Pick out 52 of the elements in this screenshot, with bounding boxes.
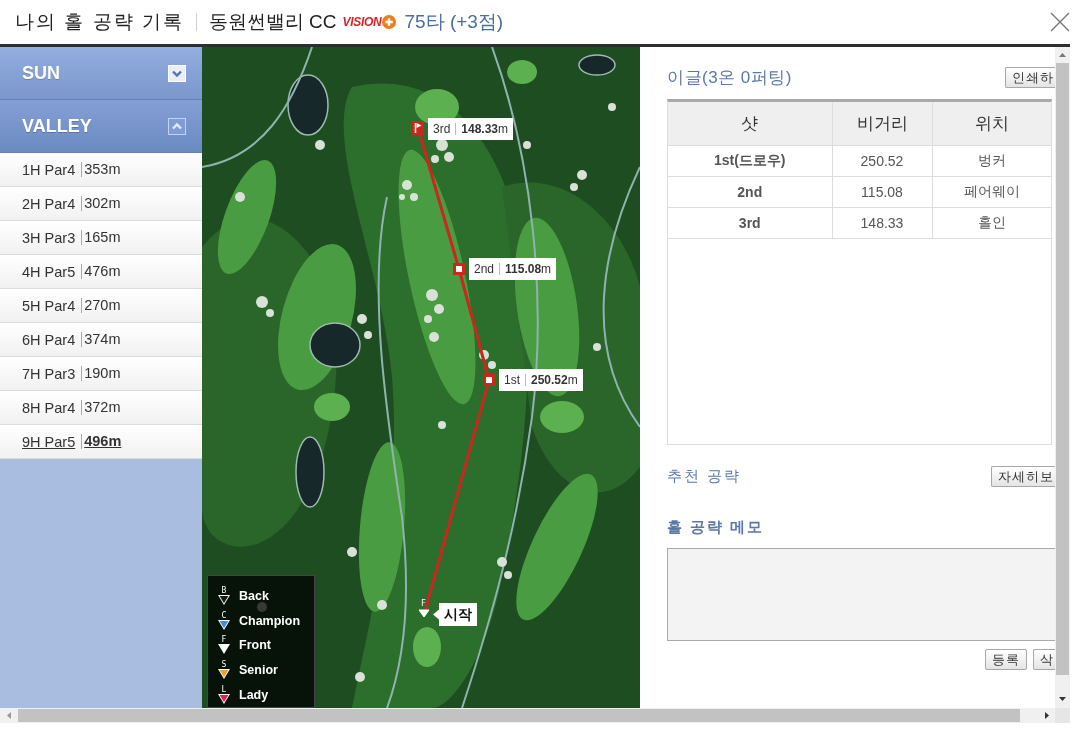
brand-logo: VISION [342, 15, 382, 29]
scroll-left-icon[interactable] [7, 712, 11, 719]
table-cell: 벙커 [932, 145, 1051, 177]
scrollbar-corner [1055, 708, 1070, 723]
tee-letter: C [221, 611, 227, 620]
table-cell: 홀인 [932, 207, 1051, 239]
scrollbar-thumb[interactable] [18, 709, 1020, 722]
tee-letter: B [221, 587, 227, 596]
tee-letter: S [221, 661, 227, 670]
column-header: 위치 [932, 102, 1051, 146]
table-cell: 148.33 [832, 207, 932, 239]
tee-letter: F [221, 636, 227, 645]
details-button[interactable]: 자세히보 [991, 466, 1055, 487]
table-cell: 250.52 [832, 145, 932, 177]
table-cell: 115.08 [832, 176, 932, 208]
window-title: 나의 홀 공략 기록 [15, 10, 184, 34]
print-button[interactable]: 인쇄하 [1005, 67, 1055, 88]
vertical-scrollbar[interactable] [1055, 47, 1070, 708]
scroll-up-icon[interactable] [1059, 53, 1066, 57]
section-label: 추천 공략 [667, 467, 742, 486]
column-header: 비거리 [832, 102, 932, 146]
scrollbar-thumb[interactable] [1056, 63, 1069, 675]
hole-item[interactable]: 2H Par4 302m [0, 187, 202, 221]
table-cell: 3rd [668, 207, 832, 239]
hole-item[interactable]: 7H Par3 190m [0, 357, 202, 391]
memo-field[interactable] [667, 548, 1055, 641]
chevron-up-icon[interactable] [168, 117, 186, 135]
hole-item[interactable]: 9H Par5 496m [0, 425, 202, 459]
score-text: 75타 (+3점) [404, 10, 504, 34]
chevron-down-icon[interactable] [168, 64, 186, 82]
column-header: 샷 [668, 102, 832, 146]
course-name: 동원썬밸리 CC [195, 13, 337, 31]
plus-circle-icon [382, 15, 397, 29]
register-button[interactable]: 등록 [985, 649, 1027, 670]
close-icon[interactable] [1050, 12, 1070, 32]
scroll-right-icon[interactable] [1045, 712, 1049, 719]
hole-item[interactable]: 1H Par4 353m [0, 153, 202, 187]
section-label: 홀 공략 메모 [667, 518, 765, 537]
hole-item[interactable]: 3H Par3 165m [0, 221, 202, 255]
hole-item[interactable]: 8H Par4 372m [0, 391, 202, 425]
delete-button[interactable]: 삭 [1033, 649, 1055, 670]
result-title: 이글(3온 0퍼팅) [667, 67, 792, 89]
tee-letter: L [221, 685, 227, 694]
table-cell: 페어웨이 [932, 176, 1051, 208]
table-cell: 2nd [668, 176, 832, 208]
horizontal-scrollbar[interactable] [0, 708, 1055, 723]
hole-item[interactable]: 6H Par4 374m [0, 323, 202, 357]
hole-item[interactable]: 5H Par4 270m [0, 289, 202, 323]
hole-item[interactable]: 4H Par5 476m [0, 255, 202, 289]
legend-label: Lady [239, 687, 269, 702]
scroll-down-icon[interactable] [1059, 697, 1066, 701]
table-cell: 1st(드로우) [668, 145, 832, 177]
